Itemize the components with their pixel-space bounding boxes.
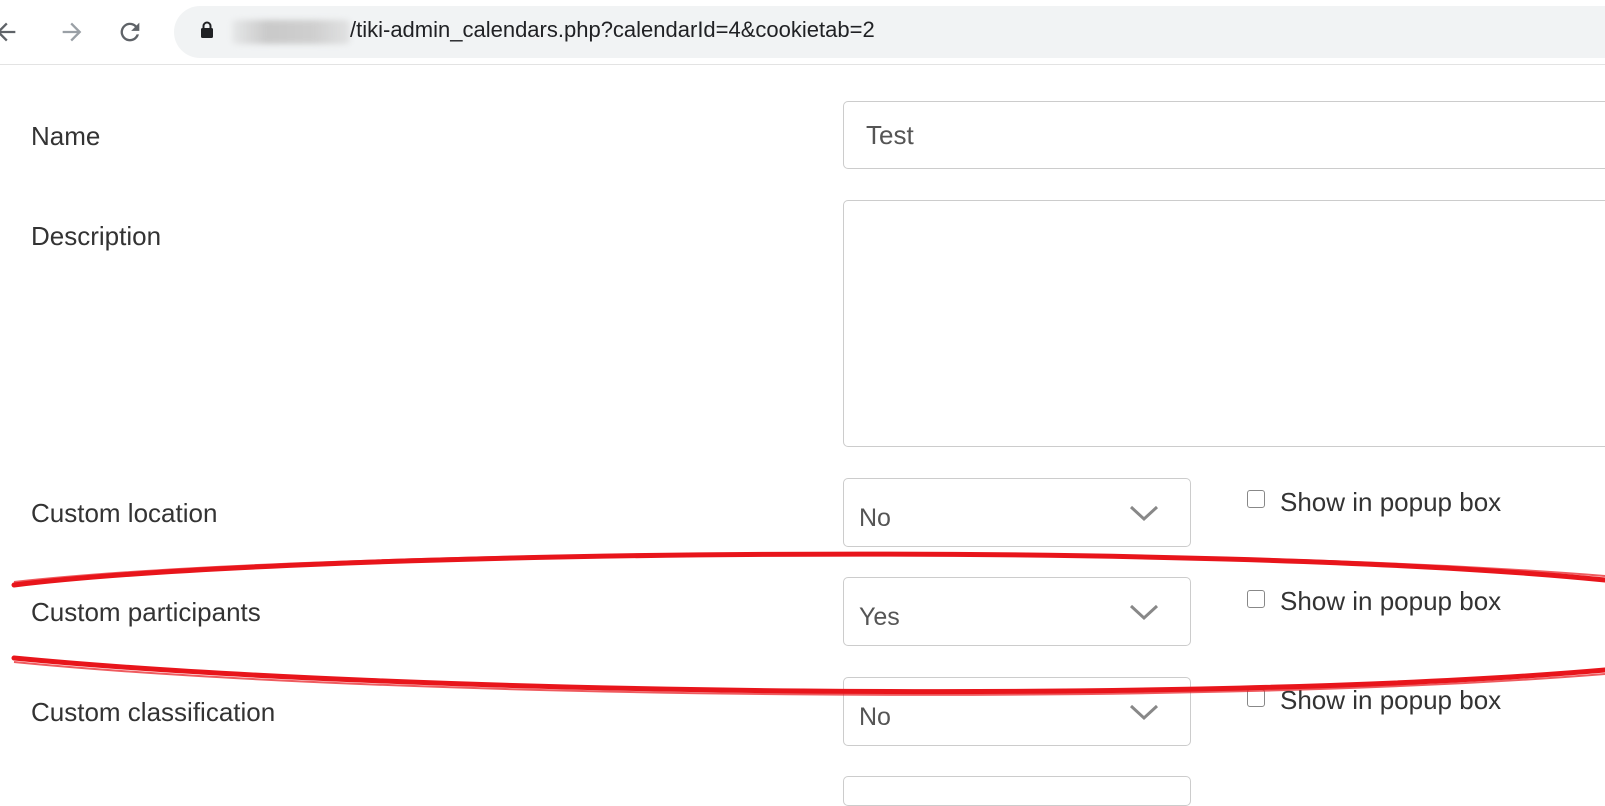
lock-icon: [201, 21, 213, 38]
custom-location-popup-checkbox[interactable]: [1247, 490, 1265, 508]
reload-icon[interactable]: [116, 18, 144, 46]
url-host-redacted: [232, 20, 350, 44]
custom-location-popup-label: Show in popup box: [1280, 487, 1502, 517]
custom-location-select[interactable]: No: [843, 478, 1191, 547]
chevron-down-icon: [1129, 505, 1159, 522]
description-textarea[interactable]: [843, 200, 1605, 447]
custom-participants-popup-checkbox[interactable]: [1247, 590, 1265, 608]
custom-location-label: Custom location: [31, 498, 218, 528]
forward-icon[interactable]: [58, 18, 86, 46]
custom-classification-popup-label: Show in popup box: [1280, 685, 1502, 715]
custom-classification-value: No: [859, 703, 891, 731]
custom-participants-select[interactable]: Yes: [843, 577, 1191, 646]
back-icon[interactable]: [0, 18, 20, 46]
custom-classification-popup-checkbox[interactable]: [1247, 689, 1265, 707]
custom-participants-popup-label: Show in popup box: [1280, 586, 1502, 616]
next-row-select-partial[interactable]: [843, 776, 1191, 806]
chevron-down-icon: [1129, 704, 1159, 721]
custom-participants-label: Custom participants: [31, 597, 261, 627]
url-path[interactable]: /tiki-admin_calendars.php?calendarId=4&c…: [350, 17, 875, 43]
custom-location-value: No: [859, 504, 891, 532]
name-label: Name: [31, 121, 101, 151]
browser-toolbar: /tiki-admin_calendars.php?calendarId=4&c…: [0, 0, 1605, 65]
custom-participants-value: Yes: [859, 603, 900, 631]
name-input[interactable]: Test: [843, 101, 1605, 169]
chevron-down-icon: [1129, 604, 1159, 621]
description-label: Description: [31, 221, 162, 251]
custom-classification-label: Custom classification: [31, 697, 276, 727]
custom-classification-select[interactable]: No: [843, 677, 1191, 746]
